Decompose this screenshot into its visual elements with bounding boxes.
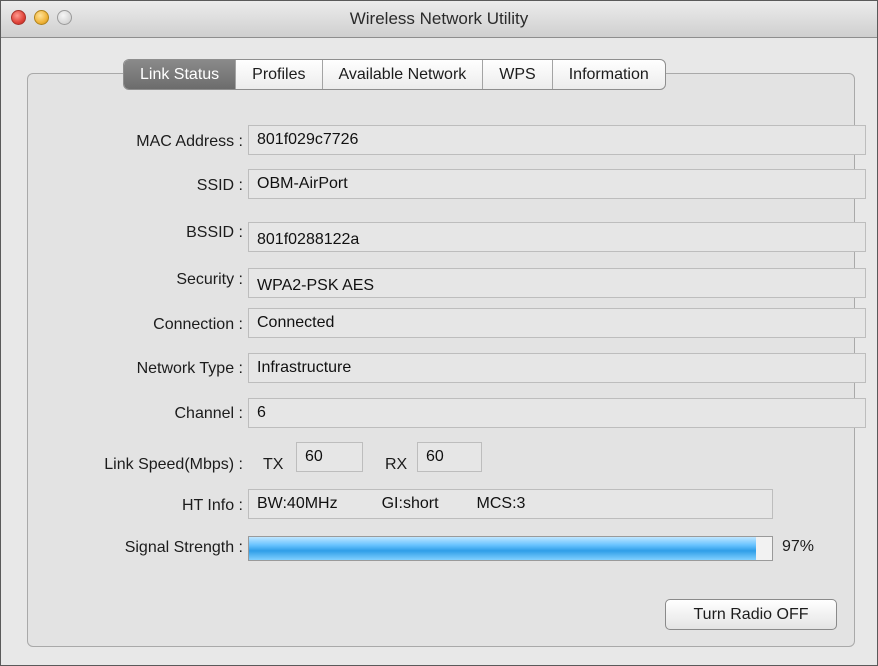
- security-label: Security :: [176, 271, 243, 288]
- tab-available-network[interactable]: Available Network: [323, 60, 484, 89]
- signal-strength-percent: 97%: [782, 538, 815, 555]
- channel-value: 6: [248, 398, 866, 428]
- ht-info-gi: GI:short: [381, 495, 439, 512]
- title-bar[interactable]: Wireless Network Utility: [1, 1, 877, 38]
- rx-value: 60: [417, 442, 482, 472]
- signal-strength-fill: [249, 537, 757, 560]
- turn-radio-off-button[interactable]: Turn Radio OFF: [665, 599, 837, 630]
- link-speed-label: Link Speed(Mbps) :: [104, 456, 243, 473]
- connection-value: Connected: [248, 308, 866, 338]
- bssid-label: BSSID :: [186, 224, 243, 241]
- signal-strength-bar: [248, 536, 773, 561]
- tab-information[interactable]: Information: [553, 60, 665, 89]
- connection-label: Connection :: [153, 316, 243, 333]
- tab-wps[interactable]: WPS: [483, 60, 553, 89]
- signal-strength-label: Signal Strength :: [124, 539, 243, 556]
- tx-value: 60: [296, 442, 363, 472]
- ssid-value: OBM-AirPort: [248, 169, 866, 199]
- tab-bar: Link Status Profiles Available Network W…: [123, 59, 666, 90]
- security-value: WPA2-PSK AES: [248, 268, 866, 298]
- tx-label: TX: [263, 456, 284, 473]
- bssid-value: 801f0288122a: [248, 222, 866, 252]
- window-title: Wireless Network Utility: [349, 9, 529, 28]
- network-type-value: Infrastructure: [248, 353, 866, 383]
- ssid-label: SSID :: [196, 177, 243, 194]
- ht-info-label: HT Info :: [181, 497, 243, 514]
- app-window: Wireless Network Utility Link Status Pro…: [0, 0, 878, 666]
- mac-address-label: MAC Address :: [136, 133, 243, 150]
- network-type-label: Network Type :: [136, 360, 243, 377]
- rx-label: RX: [385, 456, 408, 473]
- tab-link-status[interactable]: Link Status: [124, 60, 237, 89]
- ht-info-mcs: MCS:3: [476, 495, 526, 512]
- tab-profiles[interactable]: Profiles: [236, 60, 323, 89]
- mac-address-value: 801f029c7726: [248, 125, 866, 155]
- channel-label: Channel :: [174, 405, 244, 422]
- ht-info-value: BW:40MHz GI:short MCS:3: [248, 489, 773, 519]
- ht-info-bw: BW:40MHz: [257, 495, 338, 512]
